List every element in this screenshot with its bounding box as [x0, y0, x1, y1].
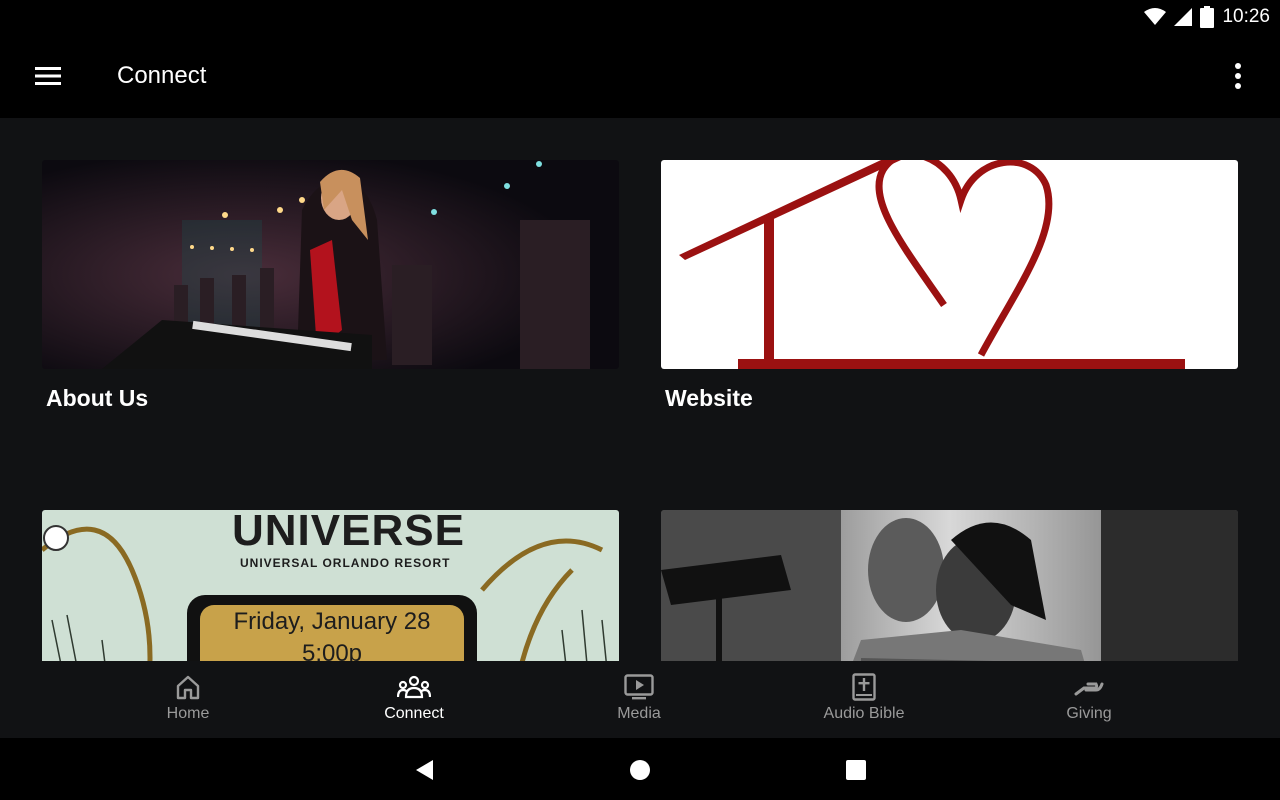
recents-square-icon	[846, 760, 866, 780]
battery-icon	[1200, 6, 1215, 28]
hamburger-icon	[35, 67, 61, 85]
media-icon	[624, 674, 654, 700]
giving-icon	[1074, 682, 1104, 696]
status-bar: 10:26	[0, 0, 1280, 34]
card-about-us[interactable]: About Us	[42, 160, 619, 412]
menu-button[interactable]	[28, 56, 68, 96]
event-date: Friday, January 28	[233, 608, 431, 635]
card-website[interactable]: Website	[661, 160, 1238, 412]
system-home-button[interactable]	[624, 754, 656, 786]
nav-label: Connect	[384, 705, 444, 722]
embrace-photo-image	[661, 510, 1238, 661]
status-time: 10:26	[1222, 6, 1270, 27]
event-time: 5:00p	[301, 640, 363, 661]
nav-audio-bible[interactable]: Audio Bible	[794, 671, 934, 723]
card-label: About Us	[46, 385, 149, 411]
event-venue: UNIVERSAL ORLANDO RESORT	[240, 556, 451, 570]
nav-giving[interactable]: Giving	[1019, 671, 1159, 723]
wifi-icon	[1144, 8, 1167, 25]
nav-label: Media	[617, 705, 661, 722]
people-icon	[397, 675, 431, 699]
home-icon	[176, 675, 200, 700]
app-bar: Connect	[0, 34, 1280, 118]
system-recents-button[interactable]	[840, 754, 872, 786]
nav-label: Audio Bible	[823, 705, 905, 722]
about-us-image	[42, 160, 619, 369]
card-photo[interactable]	[661, 510, 1238, 661]
nav-media[interactable]: Media	[569, 671, 709, 723]
content-area: About Us Website UNIVERSE UNIVERSAL ORLA…	[0, 118, 1280, 661]
nav-label: Giving	[1066, 705, 1112, 722]
more-vert-icon	[1235, 63, 1241, 89]
signal-icon	[1174, 8, 1193, 26]
home-circle-icon	[630, 760, 650, 780]
system-back-button[interactable]	[408, 754, 440, 786]
overflow-menu-button[interactable]	[1218, 56, 1258, 96]
event-poster-image: UNIVERSE UNIVERSAL ORLANDO RESORT Friday…	[42, 510, 619, 661]
bottom-navigation: Home Connect Media Audio Bible Giving	[0, 661, 1280, 738]
card-event[interactable]: UNIVERSE UNIVERSAL ORLANDO RESORT Friday…	[42, 510, 619, 661]
page-title: Connect	[117, 62, 207, 89]
event-title: UNIVERSE	[232, 510, 465, 555]
back-triangle-icon	[416, 760, 433, 780]
nav-home[interactable]: Home	[118, 671, 258, 723]
card-label: Website	[665, 385, 753, 411]
bible-icon	[852, 673, 876, 701]
nav-label: Home	[166, 705, 210, 722]
nav-connect[interactable]: Connect	[344, 671, 484, 723]
website-image	[661, 160, 1238, 369]
system-navigation-bar	[0, 738, 1280, 800]
